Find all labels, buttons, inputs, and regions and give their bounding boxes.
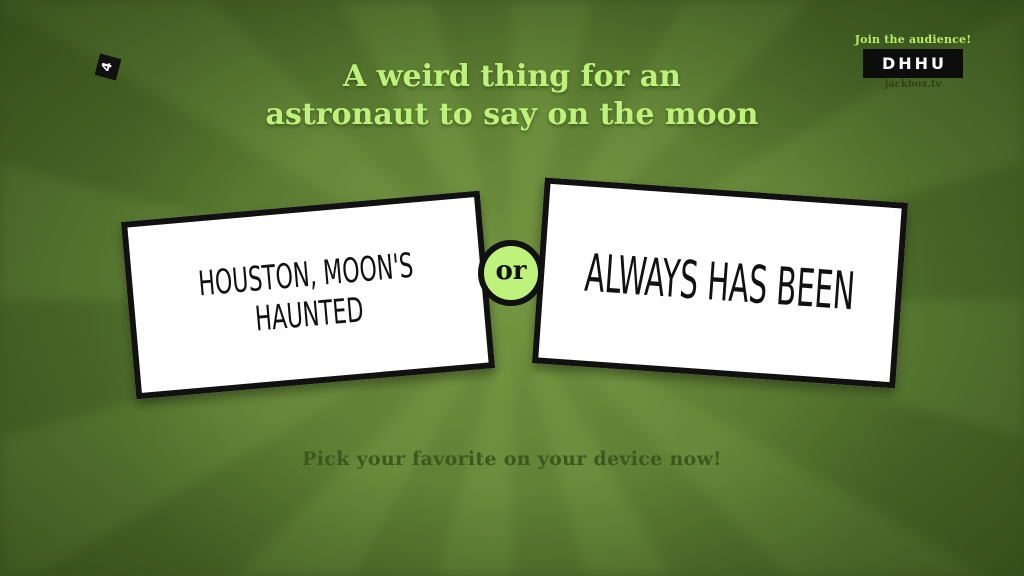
answer-card-left[interactable]: Houston, moon's haunted [120, 190, 496, 400]
answer-left-text: Houston, moon's haunted [197, 246, 419, 344]
instruction-text: Pick your favorite on your device now! [302, 448, 722, 470]
audience-join-panel: Join the audience! DHHU jackbox.tv [850, 33, 976, 90]
prompt-line-2: astronaut to say on the moon [265, 97, 759, 132]
answer-right-text: Always has been [583, 243, 857, 323]
site-url: jackbox.tv [884, 79, 942, 90]
prompt-text: A weird thing for an astronaut to say on… [212, 58, 812, 134]
prompt-line-1: A weird thing for an [343, 59, 681, 94]
or-label: or [495, 256, 527, 286]
or-badge: or [478, 240, 544, 306]
room-code: DHHU [862, 49, 964, 78]
timer-value: 4 [99, 60, 116, 74]
join-audience-label: Join the audience! [854, 33, 972, 46]
answer-card-right[interactable]: Always has been [531, 177, 909, 389]
answer-right-line-1: Always has been [583, 243, 857, 323]
